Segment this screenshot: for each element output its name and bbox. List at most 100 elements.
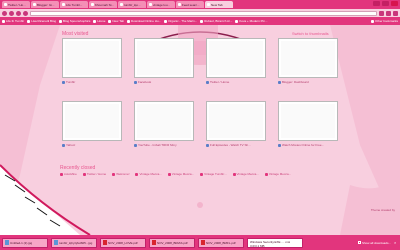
recently-closed-label: Vintage Mecca...: [236, 172, 259, 176]
recently-closed-item[interactable]: Vintage Mecca...: [232, 172, 259, 176]
omnibox-input[interactable]: [30, 10, 377, 16]
recently-closed-label: Vintage Tumblr...: [204, 172, 227, 176]
recently-closed-label: zokoMine: [64, 172, 77, 176]
close-icon[interactable]: [391, 1, 398, 6]
maximize-icon[interactable]: [382, 1, 389, 6]
thumbnail-label[interactable]: Tumblr: [62, 80, 75, 84]
most-visited-thumbnail[interactable]: [62, 38, 122, 78]
thumbnail-label[interactable]: Watch Movies Online for Free...: [278, 143, 324, 147]
bookmark-item[interactable]: New Tab: [108, 19, 124, 23]
bookmark-icon: [27, 19, 31, 23]
download-in-progress[interactable]: Windows Security.EXE ... .msi 3.0/3.1 MB: [247, 237, 303, 248]
tab[interactable]: Life Tumbl...: [60, 1, 88, 8]
most-visited-header[interactable]: Most visited: [62, 31, 88, 37]
home-icon[interactable]: [23, 10, 28, 16]
bookmark-item[interactable]: Download Online Hu...: [127, 19, 161, 23]
bookmark-item[interactable]: Organic - The Marin...: [164, 19, 197, 23]
tab[interactable]: Blogger: Gi...: [31, 1, 59, 8]
bookmark-label: Lisa Ricenetti Blog: [31, 19, 57, 23]
thumbnail-preview: [137, 41, 191, 75]
thumbnail-label[interactable]: YouTube - Imbali TRFR Mmy: [134, 143, 177, 147]
thumbnail-label[interactable]: Blogger: Dashboard: [278, 80, 309, 84]
recently-closed-item[interactable]: Vintage Mecca...: [135, 172, 162, 176]
tab[interactable]: Twitter / Ho...: [2, 1, 30, 8]
site-icon: [134, 143, 137, 147]
site-icon: [82, 172, 86, 176]
bookmark-item[interactable]: Home: [93, 19, 105, 23]
most-visited-thumbnail[interactable]: [134, 101, 194, 141]
recently-closed-item[interactable]: Twitter / Home: [82, 172, 107, 176]
thumbnail-label[interactable]: Facebook: [134, 80, 151, 84]
favicon-icon: [207, 3, 210, 6]
tab[interactable]: tumblr_lqo...: [118, 1, 146, 8]
recently-closed-item[interactable]: zokoMine: [60, 172, 77, 176]
site-icon: [60, 172, 63, 176]
bookmark-icon: [200, 19, 204, 23]
favicon-icon: [91, 3, 94, 6]
bookmark-icon: [127, 19, 131, 23]
recently-closed-item[interactable]: Vintage Mecca...: [264, 172, 291, 176]
bookmark-icon: [59, 19, 63, 23]
most-visited-thumbnail[interactable]: [134, 38, 194, 78]
thumbnail-label[interactable]: Twitter / Home: [206, 80, 229, 84]
thumbnail-title: Twitter / Home: [210, 80, 230, 84]
recently-closed-item[interactable]: Vintage Tumblr...: [200, 172, 227, 176]
other-bookmarks[interactable]: Other bookmarks: [370, 19, 398, 23]
pdf-file-icon: [152, 240, 156, 245]
bookmark-icon: [2, 19, 5, 23]
thumbnail-label[interactable]: Yahoo!: [62, 143, 75, 147]
thumbnail-preview: [65, 41, 119, 75]
minimize-icon[interactable]: [373, 1, 380, 6]
bookmark-item[interactable]: Lisa Ricenetti Blog: [27, 19, 56, 23]
thumbnail-preview: [281, 41, 335, 75]
bookmark-label: Organic - The Marin...: [168, 19, 198, 23]
download-item[interactable]: tumblr_lqhyzjAH605...jpg: [51, 237, 97, 248]
wrench-icon[interactable]: [393, 10, 398, 16]
site-icon: [135, 172, 139, 176]
most-visited-thumbnail[interactable]: [206, 101, 266, 141]
download-filename: tumblr_lqhyzjAH605...jpg: [59, 240, 93, 245]
download-item[interactable]: NOV_2008_BMFL.pdf: [198, 237, 244, 248]
tab[interactable]: New Tab: [205, 1, 233, 8]
most-visited-thumbnail[interactable]: [206, 38, 266, 78]
tab-label: Twitter / Ho...: [8, 2, 26, 7]
download-filename: NOV_2008_LOVE.pdf: [108, 240, 138, 245]
recently-closed-item[interactable]: Vintage Mecca...: [167, 172, 194, 176]
address-bar-row: [0, 9, 400, 17]
recently-closed-label: Twitter / Home: [86, 172, 107, 176]
bookmark-item[interactable]: Blog Spoonshophics: [59, 19, 90, 23]
bookmark-label: Blog Spoonshophics: [63, 19, 91, 23]
most-visited-thumbnail[interactable]: [278, 101, 338, 141]
image-file-icon: [5, 240, 9, 245]
bookmark-item[interactable]: Rubied, Bizarrch Ar...: [200, 19, 232, 23]
back-icon[interactable]: [2, 10, 7, 16]
forward-icon[interactable]: [9, 10, 14, 16]
tab-label: Khoomah St...: [95, 2, 115, 7]
recently-closed-label: Vintage Mecca...: [139, 172, 162, 176]
bookmark-item[interactable]: Life Ib Tumblr: [2, 19, 24, 23]
close-shelf-icon[interactable]: ×: [394, 240, 398, 245]
page-menu-icon[interactable]: [386, 10, 391, 16]
tab[interactable]: Khoomah St...: [89, 1, 117, 8]
reload-icon[interactable]: [16, 10, 21, 16]
download-item[interactable]: NOV_2008_BRIAS.pdf: [149, 237, 195, 248]
recently-closed-list: zokoMine Twitter / Home Welcome! Vintage Me…: [60, 172, 291, 176]
site-icon: [278, 80, 281, 84]
show-all-downloads-link[interactable]: Show all downloads...: [357, 241, 391, 245]
thumbnail-title: Yahoo!: [66, 143, 76, 147]
thumbnail-preview: [65, 104, 119, 138]
tab[interactable]: Feed searc...: [176, 1, 204, 8]
tab[interactable]: vintage lou...: [147, 1, 175, 8]
bookmark-item[interactable]: Kova + Modern Pin...: [235, 19, 268, 23]
most-visited-thumbnail[interactable]: [278, 38, 338, 78]
star-icon[interactable]: [379, 10, 384, 16]
thumbnail-label[interactable]: Full Episodes - Watch TV Sh...: [206, 143, 251, 147]
most-visited-thumbnail[interactable]: [62, 101, 122, 141]
tab-label: Blogger: Gi...: [37, 2, 55, 7]
thumbnail-toggle-link[interactable]: Switch to thumbnails: [292, 31, 329, 36]
bookmark-icon: [108, 19, 112, 23]
download-item[interactable]: NOV_2008_LOVE.pdf: [100, 237, 146, 248]
recently-closed-item[interactable]: Welcome!: [112, 172, 129, 176]
tabs-row: Twitter / Ho... Blogger: Gi... Life Tumbl.…: [2, 1, 372, 9]
download-item[interactable]: Untitled-1 (2).jpg: [2, 237, 48, 248]
